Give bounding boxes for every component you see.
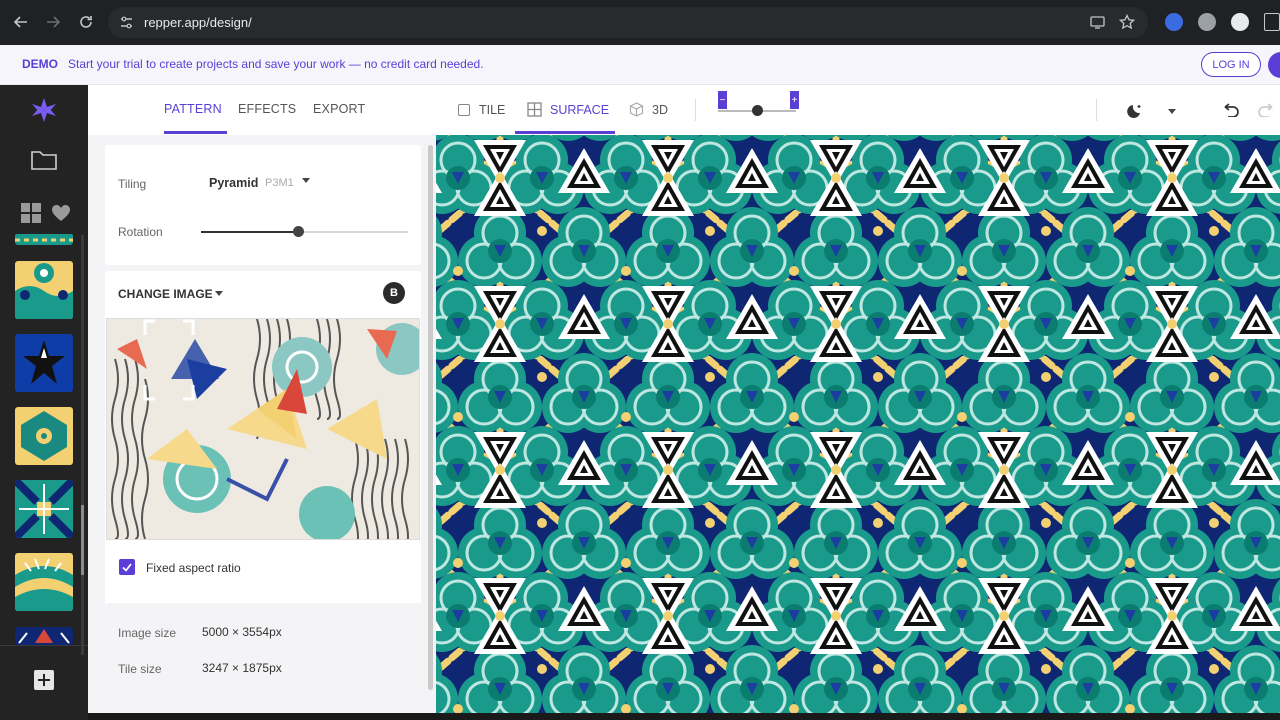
toolbar-divider	[695, 99, 696, 121]
zoom-out-button[interactable]: −	[718, 91, 727, 109]
pattern-thumbnail[interactable]	[15, 553, 73, 611]
zoom-slider-handle[interactable]	[752, 105, 763, 116]
source-image[interactable]	[106, 318, 420, 540]
chevron-down-icon[interactable]	[1168, 109, 1176, 114]
pattern-thumbnail[interactable]	[15, 480, 73, 538]
panel-scrollbar[interactable]	[428, 145, 433, 690]
panel-tabs: PATTERN EFFECTS EXPORT	[88, 85, 436, 135]
start-trial-button[interactable]	[1268, 52, 1280, 78]
active-mode-indicator	[515, 131, 615, 134]
star-icon[interactable]	[1119, 14, 1135, 30]
image-size-label: Image size	[118, 626, 177, 640]
side-panel: PATTERN EFFECTS EXPORT Tiling Pyramid P3…	[88, 85, 436, 720]
tab-export[interactable]: EXPORT	[313, 102, 365, 116]
rail-divider	[0, 645, 88, 646]
extension-icon[interactable]	[1198, 13, 1216, 31]
redo-icon[interactable]	[1258, 103, 1276, 117]
canvas-toolbar: TILE SURFACE 3D − +	[436, 85, 1280, 135]
site-settings-icon[interactable]	[120, 16, 133, 29]
theme-icon[interactable]	[1126, 102, 1144, 120]
undo-icon[interactable]	[1221, 103, 1239, 117]
heart-icon[interactable]	[46, 198, 76, 228]
chevron-down-icon[interactable]	[215, 291, 223, 296]
tiling-card: Tiling Pyramid P3M1 Rotation	[105, 145, 421, 265]
rotation-label: Rotation	[118, 225, 163, 239]
pattern-thumbnail[interactable]	[15, 407, 73, 465]
rotation-slider-fill[interactable]	[201, 231, 298, 233]
logo-icon[interactable]	[29, 95, 59, 125]
demo-label: DEMO	[22, 57, 58, 71]
pattern-thumbnail[interactable]	[15, 261, 73, 319]
rail-scrollbar-thumb[interactable]	[81, 505, 84, 575]
mode-surface[interactable]: SURFACE	[550, 103, 609, 117]
toolbar-divider	[1096, 99, 1097, 121]
install-app-icon[interactable]	[1090, 15, 1105, 30]
blend-badge[interactable]: B	[383, 282, 405, 304]
extensions-icon[interactable]	[1264, 13, 1280, 31]
tiling-label: Tiling	[118, 177, 147, 191]
back-icon[interactable]	[10, 11, 32, 33]
change-image-button[interactable]: CHANGE IMAGE	[118, 287, 213, 301]
bottom-edge	[88, 713, 1280, 720]
tab-effects[interactable]: EFFECTS	[238, 102, 296, 116]
tiling-select-value[interactable]: Pyramid	[209, 176, 258, 190]
tile-size-value: 3247 × 1875px	[202, 661, 282, 675]
chevron-down-icon[interactable]	[302, 178, 310, 183]
pattern-thumbnail[interactable]	[15, 233, 73, 245]
tab-pattern[interactable]: PATTERN	[164, 102, 222, 116]
surface-mode-icon[interactable]	[527, 102, 542, 117]
forward-icon[interactable]	[42, 11, 64, 33]
tiling-code: P3M1	[265, 177, 294, 189]
left-rail	[0, 85, 88, 720]
url-text: repper.app/design/	[144, 15, 252, 30]
address-bar[interactable]: repper.app/design/	[108, 7, 1148, 38]
rotation-slider-handle[interactable]	[293, 226, 304, 237]
profile-icon[interactable]	[1231, 13, 1249, 31]
fixed-aspect-label: Fixed aspect ratio	[146, 561, 241, 575]
tile-size-label: Tile size	[118, 662, 162, 676]
login-button[interactable]: LOG IN	[1201, 52, 1261, 77]
grid-icon[interactable]	[16, 198, 46, 228]
mode-tile[interactable]: TILE	[479, 103, 505, 117]
demo-message: Start your trial to create projects and …	[68, 57, 484, 71]
pattern-thumbnail[interactable]	[15, 627, 73, 645]
reload-icon[interactable]	[75, 11, 97, 33]
folder-icon[interactable]	[29, 145, 59, 175]
active-tab-indicator	[164, 131, 227, 134]
demo-banner: DEMO Start your trial to create projects…	[0, 45, 1280, 85]
zoom-in-button[interactable]: +	[790, 91, 799, 109]
pattern-thumbnail[interactable]	[15, 334, 73, 392]
pattern-canvas[interactable]	[436, 135, 1280, 715]
mode-3d[interactable]: 3D	[652, 103, 668, 117]
rail-scrollbar-track[interactable]	[81, 235, 84, 655]
cube-icon[interactable]	[629, 102, 644, 117]
extension-icon[interactable]	[1165, 13, 1183, 31]
rotation-slider-track[interactable]	[298, 231, 408, 233]
image-size-value: 5000 × 3554px	[202, 625, 282, 639]
browser-toolbar: repper.app/design/	[0, 0, 1280, 45]
plus-icon[interactable]	[29, 665, 59, 695]
fixed-aspect-checkbox[interactable]	[119, 559, 135, 575]
tile-mode-icon[interactable]	[458, 104, 470, 116]
